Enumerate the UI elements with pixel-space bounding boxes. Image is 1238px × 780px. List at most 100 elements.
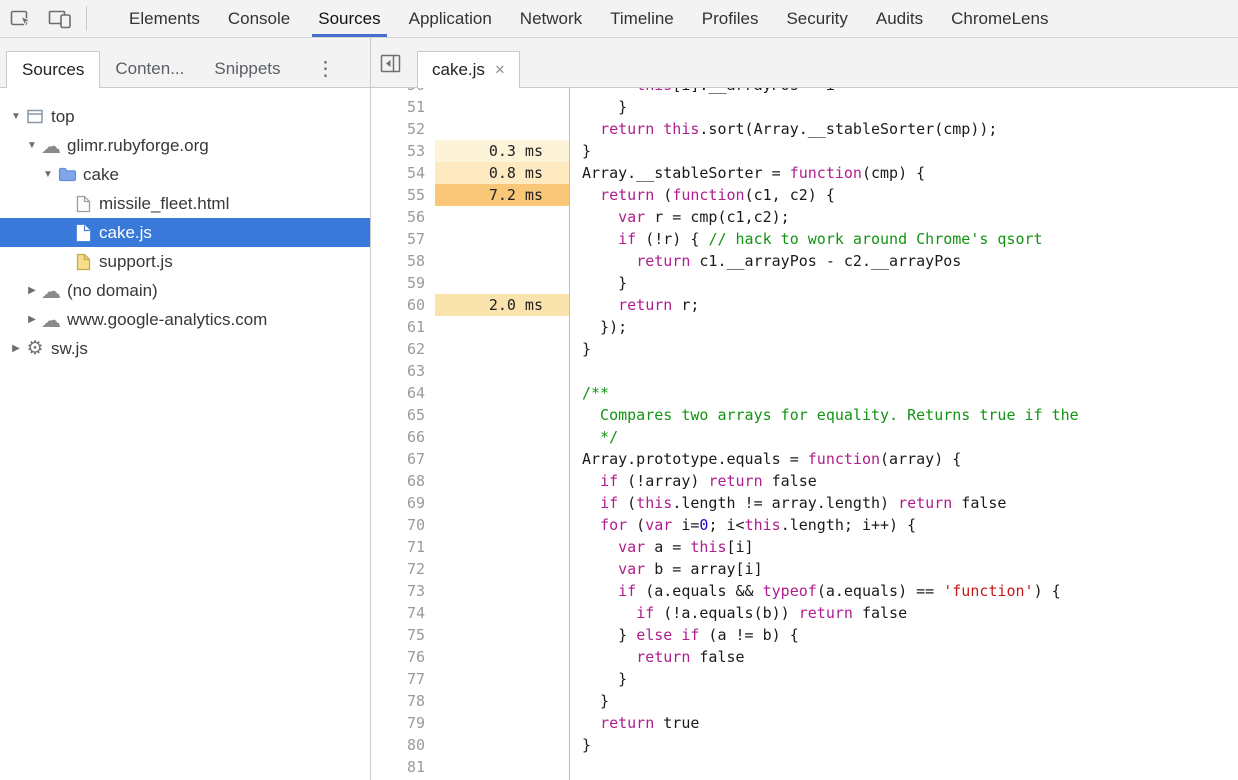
code-text[interactable]: return (function(c1, c2) { bbox=[569, 184, 835, 206]
line-number[interactable]: 67 bbox=[371, 448, 435, 470]
line-number[interactable]: 72 bbox=[371, 558, 435, 580]
line-number[interactable]: 75 bbox=[371, 624, 435, 646]
sidebar-tab-snippets[interactable]: Snippets bbox=[199, 51, 295, 87]
line-number[interactable]: 70 bbox=[371, 514, 435, 536]
code-text[interactable]: } bbox=[569, 140, 591, 162]
line-number[interactable]: 79 bbox=[371, 712, 435, 734]
tree-item-glimr-rubyforge-org[interactable]: ▼☁glimr.rubyforge.org bbox=[0, 131, 370, 160]
code-text[interactable]: Array.prototype.equals = function(array)… bbox=[569, 448, 961, 470]
main-tab-elements[interactable]: Elements bbox=[115, 0, 214, 37]
code-text[interactable]: Array.__stableSorter = function(cmp) { bbox=[569, 162, 925, 184]
tree-item-cake-js[interactable]: cake.js bbox=[0, 218, 370, 247]
code-text[interactable]: } bbox=[569, 338, 591, 360]
code-text[interactable]: if (!a.equals(b)) return false bbox=[569, 602, 907, 624]
line-number[interactable]: 74 bbox=[371, 602, 435, 624]
code-text[interactable]: if (!r) { // hack to work around Chrome'… bbox=[569, 228, 1043, 250]
code-text[interactable]: this[i].__arrayPos = i bbox=[569, 88, 835, 96]
code-text[interactable]: } bbox=[569, 96, 627, 118]
code-text[interactable]: var a = this[i] bbox=[569, 536, 754, 558]
main-tab-console[interactable]: Console bbox=[214, 0, 304, 37]
code-text[interactable]: } bbox=[569, 690, 609, 712]
main-tab-profiles[interactable]: Profiles bbox=[688, 0, 773, 37]
code-text[interactable]: } bbox=[569, 734, 591, 756]
line-number[interactable]: 68 bbox=[371, 470, 435, 492]
code-text[interactable]: var b = array[i] bbox=[569, 558, 763, 580]
code-text[interactable]: if (a.equals && typeof(a.equals) == 'fun… bbox=[569, 580, 1061, 602]
code-text[interactable]: return c1.__arrayPos - c2.__arrayPos bbox=[569, 250, 961, 272]
code-text[interactable]: } bbox=[569, 668, 627, 690]
tree-item-missile-fleet-html[interactable]: missile_fleet.html bbox=[0, 189, 370, 218]
line-number[interactable]: 78 bbox=[371, 690, 435, 712]
line-number[interactable]: 64 bbox=[371, 382, 435, 404]
line-number[interactable]: 66 bbox=[371, 426, 435, 448]
expander-icon[interactable]: ▶ bbox=[24, 314, 40, 325]
code-text[interactable] bbox=[569, 360, 582, 382]
file-tab-cake-js[interactable]: cake.js× bbox=[417, 51, 520, 88]
main-tab-audits[interactable]: Audits bbox=[862, 0, 937, 37]
line-number[interactable]: 77 bbox=[371, 668, 435, 690]
tree-item-www-google-analytics-com[interactable]: ▶☁www.google-analytics.com bbox=[0, 305, 370, 334]
code-text[interactable] bbox=[569, 756, 582, 778]
main-tab-sources[interactable]: Sources bbox=[304, 0, 394, 37]
code-text[interactable]: return false bbox=[569, 646, 745, 668]
line-number[interactable]: 55 bbox=[371, 184, 435, 206]
line-number[interactable]: 73 bbox=[371, 580, 435, 602]
code-text[interactable]: }); bbox=[569, 316, 627, 338]
main-tab-security[interactable]: Security bbox=[772, 0, 861, 37]
expander-icon[interactable]: ▶ bbox=[8, 343, 24, 354]
line-number[interactable]: 65 bbox=[371, 404, 435, 426]
code-text[interactable]: return r; bbox=[569, 294, 699, 316]
line-number[interactable]: 63 bbox=[371, 360, 435, 382]
code-text[interactable]: /** bbox=[569, 382, 609, 404]
line-number[interactable]: 59 bbox=[371, 272, 435, 294]
line-number[interactable]: 69 bbox=[371, 492, 435, 514]
line-number[interactable]: 53 bbox=[371, 140, 435, 162]
main-tab-timeline[interactable]: Timeline bbox=[596, 0, 688, 37]
line-number[interactable]: 71 bbox=[371, 536, 435, 558]
sidebar-tab-conten[interactable]: Conten... bbox=[100, 51, 199, 87]
main-tab-application[interactable]: Application bbox=[395, 0, 506, 37]
line-number[interactable]: 61 bbox=[371, 316, 435, 338]
tree-item-cake[interactable]: ▼cake bbox=[0, 160, 370, 189]
more-menu-icon[interactable]: ⋮ bbox=[310, 51, 342, 87]
expander-icon[interactable]: ▼ bbox=[40, 169, 56, 180]
tree-item-support-js[interactable]: support.js bbox=[0, 247, 370, 276]
line-number[interactable]: 81 bbox=[371, 756, 435, 778]
sidebar-tab-sources[interactable]: Sources bbox=[6, 51, 100, 88]
toggle-navigator-icon[interactable] bbox=[380, 54, 401, 74]
tree-item-top[interactable]: ▼top bbox=[0, 102, 370, 131]
code-text[interactable]: if (!array) return false bbox=[569, 470, 817, 492]
code-text[interactable]: if (this.length != array.length) return … bbox=[569, 492, 1006, 514]
line-number[interactable]: 80 bbox=[371, 734, 435, 756]
code-text[interactable]: Compares two arrays for equality. Return… bbox=[569, 404, 1079, 426]
expander-icon[interactable]: ▶ bbox=[24, 285, 40, 296]
line-number[interactable]: 56 bbox=[371, 206, 435, 228]
line-number[interactable]: 51 bbox=[371, 96, 435, 118]
line-number[interactable]: 60 bbox=[371, 294, 435, 316]
main-tab-chromelens[interactable]: ChromeLens bbox=[937, 0, 1062, 37]
device-toolbar-icon[interactable] bbox=[48, 9, 72, 29]
line-number[interactable]: 54 bbox=[371, 162, 435, 184]
line-number[interactable]: 76 bbox=[371, 646, 435, 668]
code-text[interactable]: */ bbox=[569, 426, 618, 448]
code-text[interactable]: return this.sort(Array.__stableSorter(cm… bbox=[569, 118, 997, 140]
expander-icon[interactable]: ▼ bbox=[24, 140, 40, 151]
code-text[interactable]: } else if (a != b) { bbox=[569, 624, 799, 646]
line-number[interactable]: 50 bbox=[371, 88, 435, 96]
line-number[interactable]: 57 bbox=[371, 228, 435, 250]
expander-icon[interactable]: ▼ bbox=[8, 111, 24, 122]
tree-item-sw-js[interactable]: ▶⚙sw.js bbox=[0, 334, 370, 363]
code-text[interactable]: var r = cmp(c1,c2); bbox=[569, 206, 790, 228]
code-editor[interactable]: 50 this[i].__arrayPos = i 51 } 52 return t… bbox=[371, 88, 1238, 780]
code-text[interactable]: for (var i=0; i<this.length; i++) { bbox=[569, 514, 916, 536]
line-number[interactable]: 52 bbox=[371, 118, 435, 140]
code-token: Array.prototype.equals = bbox=[582, 450, 808, 468]
code-text[interactable]: return true bbox=[569, 712, 699, 734]
line-number[interactable]: 58 bbox=[371, 250, 435, 272]
close-tab-icon[interactable]: × bbox=[495, 60, 505, 80]
tree-item-no-domain[interactable]: ▶☁(no domain) bbox=[0, 276, 370, 305]
code-text[interactable]: } bbox=[569, 272, 627, 294]
inspect-element-icon[interactable] bbox=[10, 9, 32, 29]
main-tab-network[interactable]: Network bbox=[506, 0, 596, 37]
line-number[interactable]: 62 bbox=[371, 338, 435, 360]
